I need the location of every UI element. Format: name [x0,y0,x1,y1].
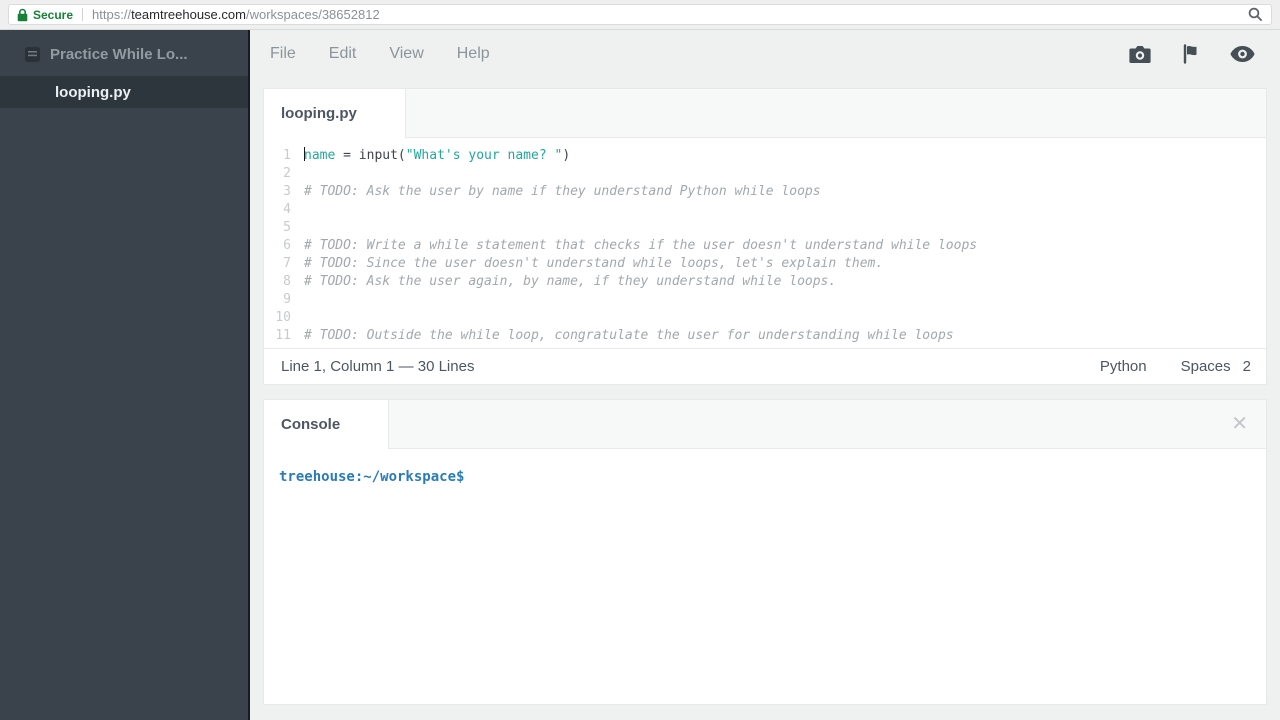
code-token-ident: name [304,148,336,163]
code-token-comment: # TODO: Write a while statement that che… [304,238,978,253]
line-content: name = input("What's your name? ") [304,147,571,163]
console-terminal[interactable]: treehouse:~/workspace$ [264,449,1266,705]
code-line[interactable]: 8 # TODO: Ask the user again, by name, if… [264,273,1266,291]
status-right: Python Spaces 2 [1100,358,1251,375]
code-token-str: "What's your name? " [405,148,563,163]
url-host: teamtreehouse.com [131,7,246,22]
editor-tab-looping-py[interactable]: looping.py [264,89,406,138]
indent-indicator: Spaces 2 [1181,358,1251,375]
menu-view[interactable]: View [389,45,423,63]
code-token-comment: # TODO: Ask the user again, by name, if … [304,274,837,289]
console-panel: Console ✕ treehouse:~/workspace$ [263,399,1267,705]
menu-file[interactable]: File [270,45,296,63]
url-text: https://teamtreehouse.com/workspaces/386… [92,7,380,22]
code-lines: 1 name = input("What's your name? ") 2 3 # T… [264,147,1266,345]
menu-edit[interactable]: Edit [329,45,357,63]
line-content: # TODO: Ask the user again, by name, if … [304,274,836,289]
code-line[interactable]: 9 [264,291,1266,309]
code-token-plain: = input( [335,148,406,163]
code-editor[interactable]: 1 name = input("What's your name? ") 2 3 # T… [264,138,1266,350]
console-close-icon[interactable]: ✕ [1231,413,1248,435]
line-content: # TODO: Since the user doesn't understan… [304,256,883,271]
line-number: 3 [283,184,291,199]
line-number: 7 [283,256,291,271]
workspace-header: Practice While Lo... [0,30,248,76]
language-indicator: Python [1099,358,1147,375]
indent-label: Spaces [1180,358,1231,375]
toolbar-icons [1129,44,1280,64]
url-divider [82,8,84,21]
browser-chrome: Secure https://teamtreehouse.com/workspa… [0,0,1280,30]
code-line[interactable]: 6 # TODO: Write a while statement that ch… [264,237,1266,255]
editor-tab-bar: looping.py [264,89,1266,138]
indent-size: 2 [1242,358,1251,375]
terminal-prompt: treehouse:~/workspace$ [279,469,465,485]
line-number: 6 [283,238,291,253]
code-line[interactable]: 11 # TODO: Outside the while loop, congra… [264,327,1266,345]
secure-chip[interactable]: Secure [17,8,73,22]
editor-panel: looping.py 1 name = input("What's your na… [263,88,1267,385]
snapshot-camera-icon[interactable] [1129,45,1151,64]
line-content: # TODO: Write a while statement that che… [304,238,977,253]
code-line[interactable]: 7 # TODO: Since the user doesn't understa… [264,255,1266,273]
line-number: 4 [283,202,291,217]
flag-icon[interactable] [1181,44,1200,64]
menu-help[interactable]: Help [457,45,490,63]
workspace-icon [25,47,40,62]
console-tab-bar: Console ✕ [264,400,1266,449]
code-token-comment: # TODO: Outside the while loop, congratu… [304,328,954,343]
code-line[interactable]: 5 [264,219,1266,237]
url-path: /workspaces/38652812 [245,7,380,22]
url-bar[interactable]: Secure https://teamtreehouse.com/workspa… [8,4,1272,25]
sidebar-file-looping-py[interactable]: looping.py [0,76,248,108]
workspace-title: Practice While Lo... [50,46,188,63]
line-number: 9 [283,292,291,307]
line-number: 8 [283,274,291,289]
line-content: # TODO: Outside the while loop, congratu… [304,328,954,343]
console-tab-label: Console [281,416,341,433]
line-content: # TODO: Ask the user by name if they und… [304,184,821,199]
line-number: 1 [283,148,291,163]
console-tab[interactable]: Console [264,400,390,449]
padlock-icon [17,8,28,22]
file-sidebar: Practice While Lo... looping.py [0,30,250,720]
line-number: 11 [275,328,291,343]
code-token-comment: # TODO: Since the user doesn't understan… [304,256,884,271]
code-token-comment: # TODO: Ask the user by name if they und… [304,184,821,199]
code-line[interactable]: 4 [264,201,1266,219]
zoom-icon[interactable] [1248,7,1263,22]
workspace-main: File Edit View Help looping.py 1 name = … [250,30,1280,720]
preview-eye-icon[interactable] [1230,46,1255,62]
file-name-label: looping.py [55,83,131,101]
cursor-position-label: Line 1, Column 1 — 30 Lines [281,358,475,375]
line-number: 5 [283,220,291,235]
secure-label: Secure [33,7,74,22]
code-token-plain: ) [562,148,571,163]
line-number: 10 [275,310,291,325]
line-number: 2 [283,166,291,181]
code-line[interactable]: 10 [264,309,1266,327]
code-line[interactable]: 1 name = input("What's your name? ") [264,147,1266,165]
url-scheme: https:// [92,7,132,22]
menu-bar: File Edit View Help [250,30,1280,78]
code-line[interactable]: 2 [264,165,1266,183]
editor-tab-label: looping.py [281,105,357,122]
code-line[interactable]: 3 # TODO: Ask the user by name if they un… [264,183,1266,201]
editor-status-bar: Line 1, Column 1 — 30 Lines Python Space… [264,348,1266,384]
